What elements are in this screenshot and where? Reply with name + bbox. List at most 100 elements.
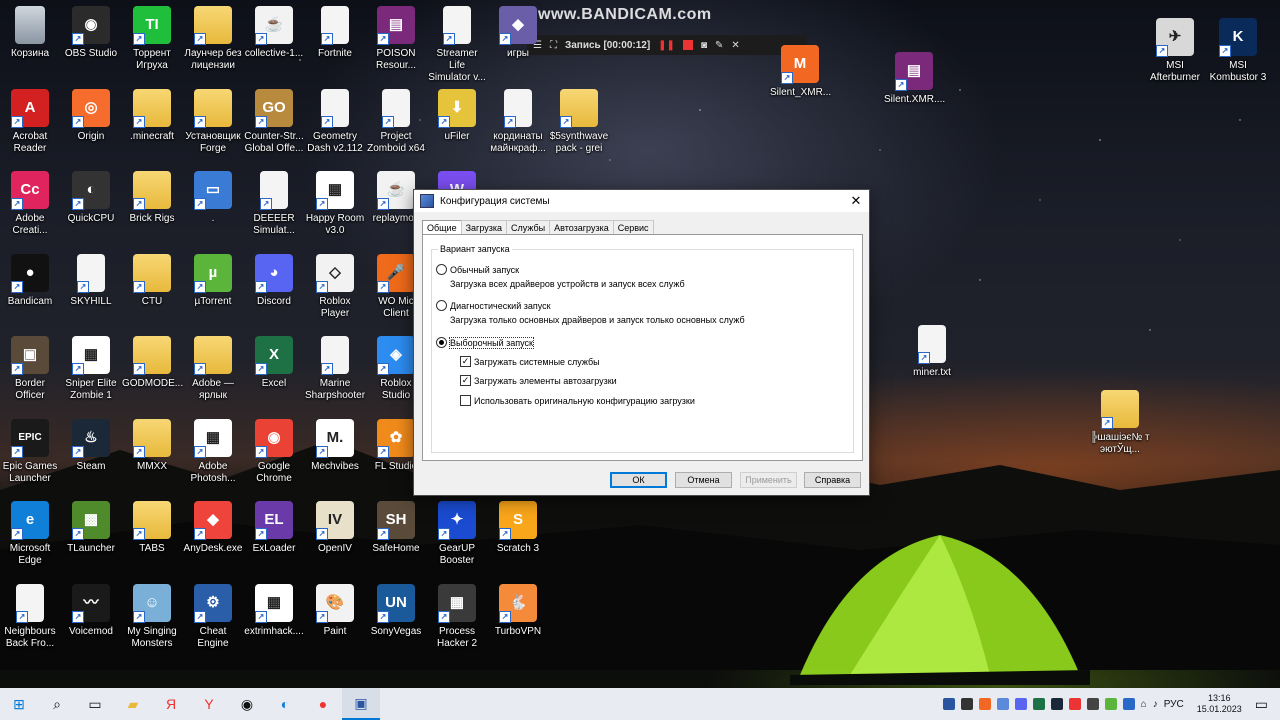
desktop-icon-minecraft[interactable]: ↗ .minecraft: [122, 88, 182, 143]
desktop-icon-sniper-elite-zombie-1[interactable]: ▦ ↗ Sniper Elite Zombie 1: [61, 336, 121, 402]
cancel-button[interactable]: Отмена: [675, 472, 732, 488]
desktop-icon-extrimhack[interactable]: ▦ ↗ extrimhack....: [244, 583, 304, 638]
desktop-icon-лаунчер-без-лицензии[interactable]: ↗ Лаунчер без лицензии: [183, 6, 243, 72]
desktop-icon-mechvibes[interactable]: M. ↗ Mechvibes: [305, 418, 365, 473]
desktop-icon-mmxx[interactable]: ↗ MMXX: [122, 418, 182, 473]
tray-app-icon[interactable]: [1122, 698, 1135, 710]
notification-icon[interactable]: ▭: [1255, 696, 1268, 713]
desktop-icon-brick-rigs[interactable]: ↗ Brick Rigs: [122, 171, 182, 225]
tray-app-icon[interactable]: [1104, 698, 1117, 710]
desktop-icon-marine-sharpshooter[interactable]: ↗ Marine Sharpshooter: [305, 336, 365, 402]
tab-boot[interactable]: Загрузка: [460, 220, 507, 235]
yandex-icon[interactable]: Я: [152, 688, 190, 720]
pause-icon[interactable]: ❚❚: [658, 40, 675, 51]
help-button[interactable]: Справка: [804, 472, 861, 488]
volume-icon[interactable]: ♪: [1153, 699, 1158, 710]
desktop-icon-roblox-player[interactable]: ◇ ↗ Roblox Player: [305, 253, 365, 320]
desktop-icon-exloader[interactable]: EL ↗ ExLoader: [244, 501, 304, 555]
desktop-icon-fortnite[interactable]: ↗ Fortnite: [305, 6, 365, 60]
desktop-icon-collective-1[interactable]: ☕ ↗ collective-1...: [244, 6, 304, 60]
radio-normal[interactable]: [436, 264, 447, 275]
tray-app-icon[interactable]: [1032, 698, 1045, 710]
desktop-icon-msi-kombustor-3[interactable]: K ↗ MSI Kombustor 3: [1208, 18, 1268, 84]
search-icon[interactable]: ⌕: [38, 688, 76, 720]
tray-app-icon[interactable]: [1050, 698, 1063, 710]
load-startup-items-checkbox[interactable]: ✓ Загружать элементы автозагрузки: [460, 375, 617, 386]
desktop-icon-excel[interactable]: X ↗ Excel: [244, 336, 304, 390]
desktop-icon-scratch-3[interactable]: S ↗ Scratch 3: [488, 501, 548, 555]
desktop-icon-streamer-life-simulator-v[interactable]: ↗ Streamer Life Simulator v...: [427, 6, 487, 84]
tray-app-icon[interactable]: [1014, 698, 1027, 710]
desktop-icon-google-chrome[interactable]: ◉ ↗ Google Chrome: [244, 418, 304, 485]
desktop-icon-epic-games-launcher[interactable]: EPIC ↗ Epic Games Launcher: [0, 418, 60, 485]
fullscreen-icon[interactable]: ⛶: [550, 40, 557, 51]
apply-button[interactable]: Применить: [740, 472, 797, 488]
camera-icon[interactable]: ◙: [701, 40, 707, 51]
desktop-icon-torrent[interactable]: µ ↗ µTorrent: [183, 253, 243, 308]
clock[interactable]: 13:16 15.01.2023: [1197, 693, 1242, 715]
desktop-icon-adobe-ярлык[interactable]: ↗ Adobe — ярлык: [183, 336, 243, 402]
desktop-icon-acrobat-reader[interactable]: A ↗ Acrobat Reader: [0, 88, 60, 155]
desktop-icon-silent-xmr[interactable]: ▤ ↗ Silent.XMR....: [884, 52, 945, 106]
edge-taskbar-icon[interactable]: ◐: [266, 688, 304, 720]
desktop-icon-godmode[interactable]: ↗ GODMODE...: [122, 336, 183, 390]
desktop-icon-5synthwave-pack-grei[interactable]: ↗ $5synthwave pack - grei: [549, 88, 609, 155]
checkbox-original-boot[interactable]: [460, 395, 471, 406]
tray-app-icon[interactable]: [978, 698, 991, 710]
desktop-icon-gearup-booster[interactable]: ✦ ↗ GearUP Booster: [427, 501, 487, 567]
desktop-icon-msi-afterburner[interactable]: ✈ ↗ MSI Afterburner: [1145, 18, 1205, 84]
stop-icon[interactable]: [682, 40, 693, 50]
checkbox-system-services[interactable]: ✓: [460, 356, 471, 367]
task-view-icon[interactable]: ▭: [76, 688, 114, 720]
tray-app-icon[interactable]: [960, 698, 973, 710]
desktop-icon-obs-studio[interactable]: ◉ ↗ OBS Studio: [61, 6, 121, 60]
desktop-icon-paint[interactable]: 🎨 ↗ Paint: [305, 583, 365, 638]
desktop-icon-my-singing-monsters[interactable]: ☺ ↗ My Singing Monsters: [122, 583, 182, 650]
radio-diagnostic[interactable]: [436, 300, 447, 311]
desktop-icon-origin[interactable]: ◎ ↗ Origin: [61, 88, 121, 143]
desktop-icon-шaшiэ-т-эют-щ[interactable]: ↗ ╠шaшiэє№ т эютЎщ...: [1090, 390, 1150, 456]
desktop-icon-steam[interactable]: ♨ ↗ Steam: [61, 418, 121, 473]
dialog-titlebar[interactable]: Конфигурация системы ✕: [414, 190, 869, 212]
pen-icon[interactable]: ✎: [715, 40, 723, 51]
desktop-icon-игры[interactable]: ◆ ↗ игры: [488, 6, 548, 60]
desktop-icon-корзина[interactable]: Корзина: [0, 6, 60, 60]
desktop-icon-miner-txt[interactable]: ↗ miner.txt: [902, 325, 962, 379]
bandicam-taskbar-icon[interactable]: ●: [304, 688, 342, 720]
desktop-icon-safehome[interactable]: SH ↗ SafeHome: [366, 501, 426, 555]
radio-selective[interactable]: [436, 337, 447, 348]
msconfig-taskbar-icon[interactable]: ▣: [342, 688, 380, 720]
tab-general[interactable]: Общие: [422, 220, 462, 235]
file-explorer-icon[interactable]: ▰: [114, 688, 152, 720]
desktop-icon-quickcpu[interactable]: ◐ ↗ QuickCPU: [61, 171, 121, 225]
desktop-icon-project-zomboid-x64[interactable]: ↗ Project Zomboid x64: [366, 88, 426, 155]
desktop-icon-ufiler[interactable]: ⬇ ↗ uFiler: [427, 88, 487, 143]
desktop-icon-geometry-dash-v2-112[interactable]: ↗ Geometry Dash v2.112: [305, 88, 365, 155]
obs-taskbar-icon[interactable]: ◉: [228, 688, 266, 720]
desktop-icon-turbovpn[interactable]: 🐇 ↗ TurboVPN: [488, 583, 548, 638]
desktop-icon-sonyvegas[interactable]: UN ↗ SonyVegas: [366, 583, 426, 638]
dialog-close-button[interactable]: ✕: [843, 190, 869, 212]
desktop-icon-adobe-creati[interactable]: Cc ↗ Adobe Creati...: [0, 171, 60, 237]
desktop-icon-poison-resour[interactable]: ▤ ↗ POISON Resour...: [366, 6, 426, 72]
normal-startup-radio[interactable]: Обычный запуск: [436, 264, 519, 275]
diagnostic-startup-radio[interactable]: Диагностический запуск: [436, 300, 551, 311]
desktop-icon-neighbours-back-fro[interactable]: ↗ Neighbours Back Fro...: [0, 583, 60, 650]
desktop-icon-adobe-photosh[interactable]: ▦ ↗ Adobe Photosh...: [183, 418, 243, 485]
desktop-icon-skyhill[interactable]: ↗ SKYHILL: [61, 253, 121, 308]
desktop-icon-ctu[interactable]: ↗ CTU: [122, 253, 182, 308]
desktop-icon-bandicam[interactable]: ● ↗ Bandicam: [0, 253, 60, 308]
desktop-icon-blank[interactable]: ▭ ↗.: [183, 171, 243, 225]
start-button[interactable]: ⊞: [0, 688, 38, 720]
yandex-browser-icon[interactable]: Y: [190, 688, 228, 720]
tab-tools[interactable]: Сервис: [612, 220, 654, 235]
recording-toolbar[interactable]: ☰ ⛶ Запись [00:00:12] ❚❚ ◙ ✎ ✕: [527, 35, 807, 55]
tray-app-icon[interactable]: [1086, 698, 1099, 710]
desktop-icon-microsoft-edge[interactable]: e ↗ Microsoft Edge: [0, 501, 60, 567]
desktop-icon-silent-xmr[interactable]: M ↗ Silent_XMR...: [770, 45, 831, 99]
ok-button[interactable]: ОК: [610, 472, 667, 488]
desktop-icon-anydesk-exe[interactable]: ◆ ↗ AnyDesk.exe: [183, 501, 243, 555]
language-indicator[interactable]: РУС: [1164, 699, 1184, 710]
use-original-boot-checkbox[interactable]: Использовать оригинальную конфигурацию з…: [460, 395, 695, 406]
desktop-icon-happy-room-v3-0[interactable]: ▦ ↗ Happy Room v3.0: [305, 171, 365, 237]
